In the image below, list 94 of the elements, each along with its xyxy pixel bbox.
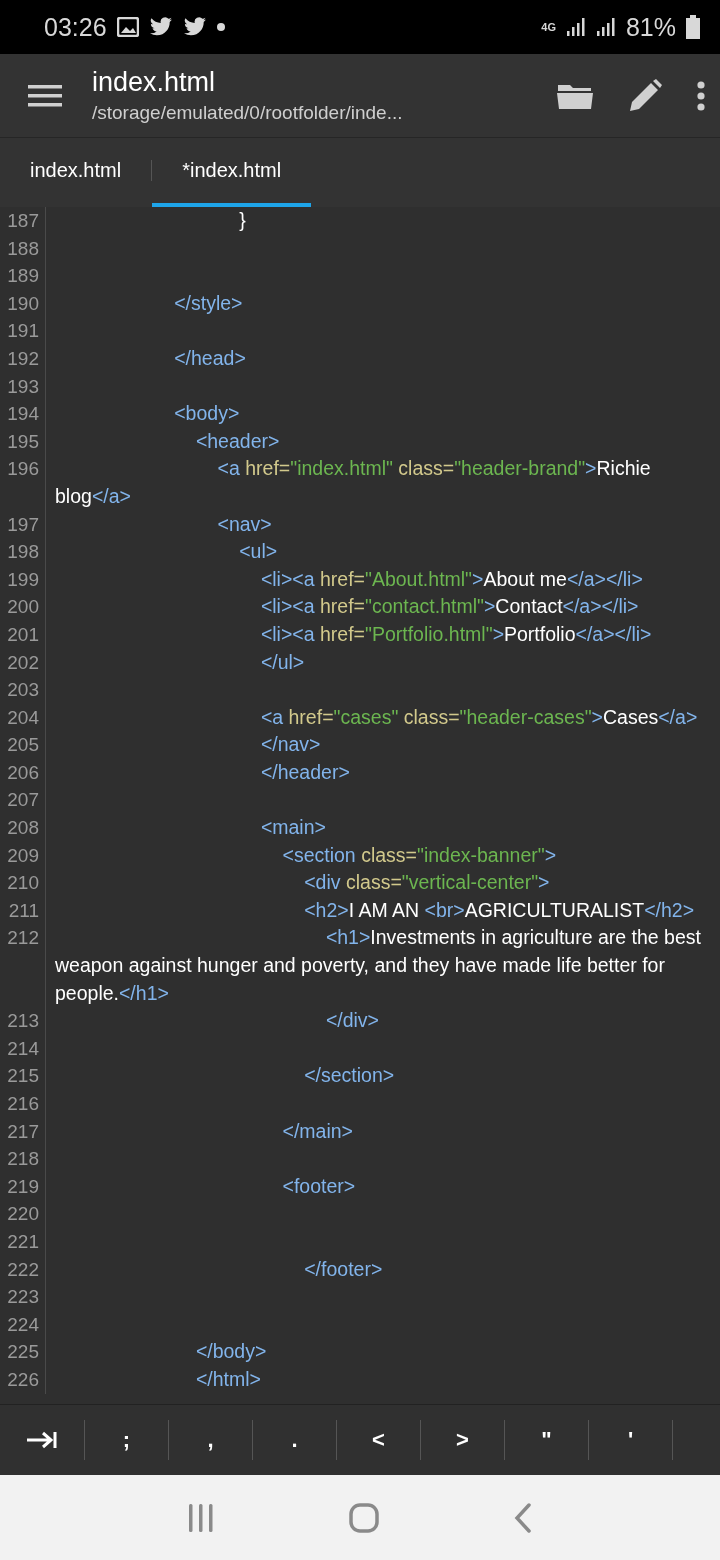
line-number: 200 xyxy=(6,595,39,620)
line-number: 223 xyxy=(6,1285,39,1310)
code-line: <li><a href="contact.html">Contact</a></li> xyxy=(259,594,640,620)
line-number: 193 xyxy=(6,374,39,399)
line-number: 198 xyxy=(6,540,39,565)
line-number: 187 xyxy=(6,209,39,233)
line-number: 190 xyxy=(6,291,39,316)
code-line: <ul> xyxy=(238,539,279,565)
line-number: 196 xyxy=(6,457,39,482)
code-line: <body> xyxy=(173,401,241,427)
code-line: <div class="vertical-center"> xyxy=(303,870,551,896)
back-icon[interactable] xyxy=(513,1502,533,1533)
menu-icon[interactable] xyxy=(28,83,62,108)
line-number: 226 xyxy=(6,1367,39,1392)
code-line: </main> xyxy=(281,1118,354,1144)
code-line: } xyxy=(238,208,247,233)
line-number: 207 xyxy=(6,788,39,813)
line-number: 191 xyxy=(6,319,39,344)
code-line: </nav> xyxy=(259,732,322,758)
symbol-key[interactable]: < xyxy=(337,1420,421,1460)
code-line: <header> xyxy=(194,428,281,454)
line-number: 210 xyxy=(6,871,39,896)
line-number: 221 xyxy=(6,1229,39,1254)
clock-time: 03:26 xyxy=(44,12,107,42)
line-number: 195 xyxy=(6,429,39,454)
line-number: 214 xyxy=(6,1036,39,1061)
code-line: <a href="index.html" class="header-brand">Richie blog</a> xyxy=(54,456,652,509)
code-line: <footer> xyxy=(281,1173,357,1199)
line-number: 209 xyxy=(6,843,39,868)
line-number: 217 xyxy=(6,1119,39,1144)
line-number: 188 xyxy=(6,236,39,261)
file-tab[interactable]: index.html xyxy=(0,138,152,207)
code-line: </section> xyxy=(303,1063,396,1089)
code-line: </footer> xyxy=(303,1256,384,1282)
line-number: 216 xyxy=(6,1092,39,1116)
line-number: 203 xyxy=(6,678,39,703)
line-number: 211 xyxy=(7,898,39,923)
code-line: <main> xyxy=(259,815,327,841)
line-number: 225 xyxy=(6,1340,39,1365)
line-number: 205 xyxy=(6,733,39,758)
code-line: </html> xyxy=(194,1366,262,1392)
network-label: 4G xyxy=(541,21,556,33)
code-line: <nav> xyxy=(216,511,273,537)
line-number: 222 xyxy=(6,1257,39,1282)
code-line: <a href="cases" class="header-cases">Cases</a> xyxy=(259,704,699,730)
file-path: /storage/emulated/0/rootfolder/inde... xyxy=(92,102,404,124)
symbol-key[interactable]: ' xyxy=(589,1420,673,1460)
line-number: 213 xyxy=(6,1009,39,1034)
symbol-key[interactable]: > xyxy=(421,1420,505,1460)
home-icon[interactable] xyxy=(349,1502,379,1533)
code-line: <h1>Investments in agriculture are the best weapon against hunger and poverty, and they have made life better for people.</h1> xyxy=(54,925,702,1006)
more-icon[interactable] xyxy=(696,80,706,111)
line-number: 220 xyxy=(6,1202,39,1227)
symbol-key[interactable]: " xyxy=(505,1420,589,1460)
line-number: 202 xyxy=(6,650,39,675)
dot-icon xyxy=(216,23,225,31)
signal-icon xyxy=(595,17,616,37)
line-number: 215 xyxy=(6,1064,39,1089)
tab-key-icon[interactable] xyxy=(26,1430,58,1450)
pencil-icon[interactable] xyxy=(628,78,662,113)
code-line: </head> xyxy=(173,345,247,371)
line-number: 204 xyxy=(6,705,39,730)
battery-icon xyxy=(686,15,700,39)
line-number: 219 xyxy=(6,1174,39,1199)
line-number: 208 xyxy=(6,816,39,841)
image-icon xyxy=(116,17,139,37)
line-number: 224 xyxy=(6,1312,39,1337)
code-line: </ul> xyxy=(259,649,306,675)
bird-icon xyxy=(148,17,173,37)
code-line: </div> xyxy=(324,1008,380,1034)
line-number: 212 xyxy=(6,926,39,951)
line-number: 199 xyxy=(6,567,39,592)
symbol-key[interactable]: . xyxy=(253,1420,337,1460)
symbol-key[interactable]: ; xyxy=(85,1420,169,1460)
code-line: <h2>I AM AN <br>AGRICULTURALIST</h2> xyxy=(303,897,696,923)
code-line: </style> xyxy=(173,290,244,316)
line-number: 194 xyxy=(6,402,39,427)
symbol-key[interactable]: , xyxy=(169,1420,253,1460)
code-line: </body> xyxy=(194,1339,268,1365)
file-title: index.html xyxy=(92,67,217,98)
battery-percent: 81% xyxy=(625,12,676,42)
code-line: </header> xyxy=(259,759,351,785)
line-number: 192 xyxy=(6,346,39,371)
code-line: <li><a href="About.html">About me</a></li> xyxy=(259,566,644,592)
signal-icon xyxy=(565,17,586,37)
line-number: 218 xyxy=(6,1147,39,1172)
line-number: 189 xyxy=(6,264,39,289)
line-number: 206 xyxy=(6,760,39,785)
code-line: <li><a href="Portfolio.html">Portfolio</a></li> xyxy=(259,621,653,647)
line-number: 197 xyxy=(6,512,39,537)
line-number: 201 xyxy=(6,622,39,647)
recents-icon[interactable] xyxy=(187,1501,215,1534)
code-line: <section class="index-banner"> xyxy=(281,842,558,868)
bird-icon xyxy=(182,17,207,37)
